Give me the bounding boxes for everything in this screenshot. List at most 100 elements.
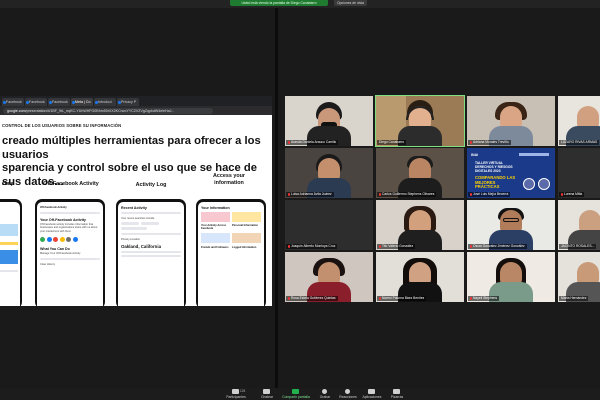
participant-name: Tito Valerio González: [377, 244, 416, 249]
muted-mic-icon: [379, 296, 381, 300]
muted-mic-icon: [470, 244, 472, 248]
facebook-icon: [3, 100, 6, 104]
participant-tile[interactable]: Rosa Estela Gutiérrez Quintas: [285, 252, 373, 302]
participant-name: Adriana Morales Treviño: [468, 140, 511, 145]
view-options-button[interactable]: Opciones de vista: [334, 0, 367, 6]
phone-mockup-your-information: Your Information Your Activity Across Fa…: [196, 199, 266, 306]
name-text: Marta Hernández: [561, 296, 587, 300]
participants-count: 124: [240, 389, 246, 393]
event-poster: INAI TALLER VIRTUAL DERECHOS Y RIESGOS D…: [467, 148, 555, 198]
participant-name: Diego Canabarro: [377, 140, 407, 145]
meta-icon: [72, 100, 75, 104]
screen-line: [0, 270, 18, 272]
participant-tile-poster[interactable]: INAI TALLER VIRTUAL DERECHOS Y RIESGOS D…: [467, 148, 555, 198]
column-activity-log-title: Activity Log: [135, 182, 167, 188]
chip: [121, 222, 139, 226]
participant-tile[interactable]: Oscar Gonzalez Jiménez González: [467, 200, 555, 250]
muted-mic-icon: [561, 192, 563, 196]
browser-tab-active[interactable]: Meta | Co: [71, 98, 93, 106]
participant-name: Luisa Adrianna Ávila Juárez: [286, 192, 334, 197]
participants-button[interactable]: 124 Participantes: [219, 388, 253, 400]
share-screen-icon: [292, 389, 299, 394]
presentation-slide: CONTROL DE LOS USUARIOS SOBRE SU INFORMA…: [0, 115, 272, 306]
participant-tile[interactable]: Lorena Mitla: [558, 148, 600, 198]
participant-tile[interactable]: Adriana Morales Treviño: [467, 96, 555, 146]
tab-label: Facebook: [52, 100, 68, 104]
muted-mic-icon: [288, 244, 290, 248]
screen-line: [40, 212, 100, 215]
browser-tab[interactable]: Facebook: [25, 98, 47, 106]
screen-line: [121, 212, 181, 214]
screen-image: [232, 233, 261, 244]
poster-title: TALLER VIRTUAL DERECHOS Y RIESGOS DIGITA…: [475, 161, 513, 173]
screen-sharing-banner[interactable]: Usted está viendo la pantalla de Diego C…: [230, 0, 328, 6]
participant-name: José Luis Mejía Becerra: [468, 192, 511, 197]
participant-name: Lorena Mitla: [559, 192, 585, 197]
glasses: [503, 218, 519, 222]
browser-tab[interactable]: Privacy P: [117, 98, 139, 106]
screen-bar: [0, 242, 18, 245]
participant-name: Rosa Estela Gutiérrez Quintas: [286, 296, 338, 301]
meeting-toolbar: 124 Participantes Chatear Compartir pant…: [0, 388, 600, 400]
screen-list-item: Friends and Followers: [201, 246, 229, 250]
participant-name: JACINTO ROSALES...: [559, 244, 597, 249]
url-field[interactable]: google.com/presentation/d/1BF_9rL_eqKC-Y…: [3, 107, 213, 114]
participant-tile[interactable]: Noemí Paloma Báez Benítez: [376, 252, 464, 302]
participant-tile[interactable]: Luisa Adrianna Ávila Juárez: [285, 148, 373, 198]
screen-image: [0, 250, 18, 264]
participant-tile[interactable]: Marta Hernández: [558, 252, 600, 302]
screen-list-item: Logged Information: [232, 246, 257, 250]
facebook-icon: [49, 100, 52, 104]
muted-mic-icon: [288, 192, 290, 196]
screen-title: Your Information: [201, 206, 230, 210]
app-logo-icon: [72, 236, 78, 242]
participant-tile[interactable]: Aranda Daniela Arauco Carrillo: [285, 96, 373, 146]
muted-mic-icon: [288, 296, 290, 300]
participant-tile[interactable]: Tito Valerio González: [376, 200, 464, 250]
split-view-divider[interactable]: [275, 8, 278, 388]
tile-background: [558, 148, 600, 198]
muted-mic-icon: [470, 296, 472, 300]
browser-tab[interactable]: Introduci: [94, 98, 116, 106]
url-path: /presentation/d/1BF_9rL_eqKC-YUhWHFG0Bhm…: [25, 108, 175, 113]
phone-mockup-off-facebook: Off-Facebook Activity Your Off-Facebook …: [35, 199, 105, 306]
participant-name: Oscar Gonzalez Jiménez González: [468, 244, 527, 249]
poster-logo: INAI: [471, 153, 479, 157]
browser-tab[interactable]: Facebook: [2, 98, 24, 106]
participant-tile[interactable]: Carlos Guillermo Stephens Olivares: [376, 148, 464, 198]
name-text: Rosa Estela Gutiérrez Quintas: [291, 296, 336, 300]
participant-tile-active-speaker[interactable]: Diego Canabarro: [375, 95, 465, 147]
page-icon: [95, 100, 98, 104]
tab-label: Meta | Co: [75, 100, 91, 104]
logo-row: [37, 234, 103, 245]
name-text: Diego Canabarro: [379, 140, 405, 144]
name-text: Tito Valerio González: [382, 244, 414, 248]
poster-logo-bar: [519, 153, 549, 156]
name-text: Carlos Guillermo Stephens Olivares: [382, 192, 435, 196]
toolbar-label: Pizarras: [390, 394, 404, 399]
phone-screen: Your Information Your Activity Across Fa…: [198, 202, 264, 306]
name-text: Oscar Gonzalez Jiménez González: [473, 244, 525, 248]
facebook-icon: [26, 100, 29, 104]
participant-tile[interactable]: Joaquín Alberto Montoya Cruz: [285, 200, 373, 250]
poster-subtitle: COMPARANDO LAS MEJORES PRÁCTICAS: [475, 175, 516, 190]
info-images: [198, 230, 264, 246]
record-icon: [322, 389, 327, 394]
participant-name: Nayeli Stephens: [468, 296, 500, 301]
app-logo-icon: [66, 236, 71, 242]
screen-list-item: Manage Your Off-Facebook Activity: [40, 251, 81, 255]
info-labels: Friends and Followers Logged Information: [198, 246, 264, 249]
column-access-info-title: Access your information: [196, 173, 262, 186]
browser-tab-strip: Facebook Facebook Facebook Meta | Co Int…: [0, 96, 272, 106]
muted-mic-icon: [470, 140, 472, 144]
screen-image: [201, 233, 230, 244]
browser-tab[interactable]: Facebook: [48, 98, 70, 106]
whiteboards-button[interactable]: Pizarras: [380, 388, 414, 400]
screen-line: [121, 255, 181, 258]
name-text: Lorena Mitla: [564, 192, 583, 196]
participant-tile[interactable]: Nayeli Stephens: [467, 252, 555, 302]
participant-name: Aranda Daniela Arauco Carrillo: [286, 140, 339, 145]
participant-tile[interactable]: JACINTO ROSALES...: [558, 200, 600, 250]
muted-mic-icon: [379, 244, 381, 248]
participant-tile[interactable]: LÁZARO RIVAS ARMAS: [558, 96, 600, 146]
